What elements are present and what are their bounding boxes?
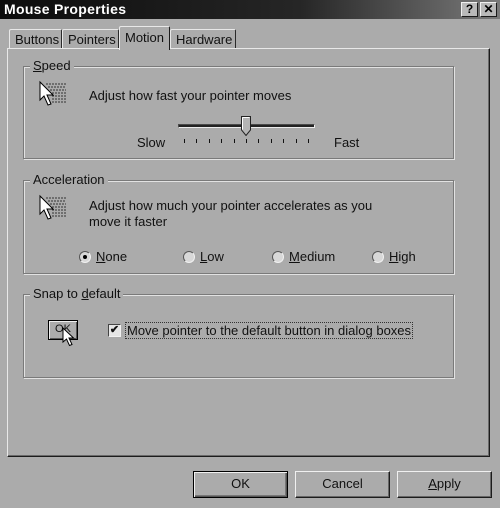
checkbox-box[interactable]: ✔ [108, 324, 121, 337]
help-button[interactable]: ? [461, 2, 478, 17]
fast-label: Fast [334, 135, 360, 150]
speed-description: Adjust how fast your pointer moves [89, 88, 292, 103]
slider-tick [208, 139, 210, 143]
snap-group-title: Snap to default [30, 286, 124, 301]
snap-to-default-checkbox[interactable]: ✔ Move pointer to the default button in … [108, 322, 414, 339]
radio-medium-button[interactable] [272, 250, 284, 263]
ok-button[interactable]: OK [193, 471, 288, 498]
radio-low-button[interactable] [183, 250, 195, 263]
snap-to-default-group: Snap to default OK ✔ Move pointer to the… [23, 286, 454, 378]
slider-tick [308, 139, 309, 143]
tab-buttons[interactable]: Buttons [9, 29, 62, 49]
slider-tick [196, 139, 198, 143]
slider-tick [270, 139, 272, 143]
radio-medium-label: Medium [289, 249, 336, 264]
tab-hardware[interactable]: Hardware [170, 29, 236, 49]
apply-button[interactable]: Apply [397, 471, 492, 498]
tab-motion[interactable]: Motion [119, 26, 170, 50]
speed-group-title: Speed [30, 58, 74, 73]
slider-tick [258, 139, 260, 143]
radio-none-label: None [96, 249, 128, 264]
window-title: Mouse Properties [4, 1, 127, 17]
speed-slider-ticks [184, 139, 314, 145]
slow-label: Slow [137, 135, 166, 150]
snap-checkbox-label: Move pointer to the default button in di… [125, 322, 414, 339]
tab-pointers[interactable]: Pointers [62, 29, 119, 49]
acceleration-group-title: Acceleration [30, 172, 108, 187]
radio-medium[interactable]: Medium [272, 249, 335, 264]
slider-tick [246, 139, 247, 143]
acceleration-description: Adjust how much your pointer accelerates… [89, 198, 373, 229]
radio-low[interactable]: Low [183, 249, 224, 264]
title-bar: Mouse Properties ? ✕ [0, 0, 500, 19]
slider-tick [184, 139, 185, 143]
radio-high-label: High [389, 249, 416, 264]
slider-tick [221, 139, 223, 143]
speed-group: Speed Adjust how fast your pointer moves… [23, 58, 454, 159]
radio-none-button[interactable] [79, 250, 91, 263]
pointer-acceleration-icon [39, 194, 66, 220]
close-button[interactable]: ✕ [480, 2, 497, 17]
radio-high[interactable]: High [372, 249, 416, 264]
pointer-speed-icon [39, 80, 66, 106]
cancel-button[interactable]: Cancel [295, 471, 390, 498]
radio-high-button[interactable] [372, 250, 384, 263]
tab-panel-motion: Speed Adjust how fast your pointer moves… [7, 48, 490, 457]
cursor-icon [62, 327, 75, 347]
radio-none[interactable]: None [79, 249, 127, 264]
slider-tick [283, 139, 285, 143]
acceleration-group: Acceleration Adjust how much your pointe… [23, 172, 454, 274]
radio-low-label: Low [200, 249, 224, 264]
speed-slider-thumb[interactable] [241, 116, 251, 136]
slider-tick [233, 139, 235, 143]
slider-tick [295, 139, 297, 143]
